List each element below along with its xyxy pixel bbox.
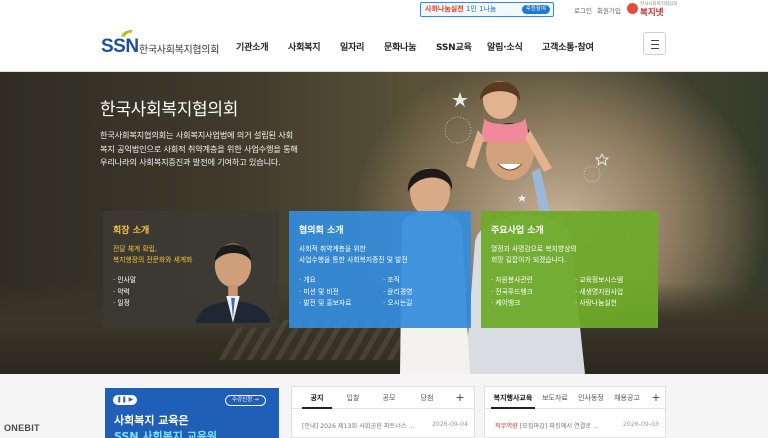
tab-press[interactable]: 보도자료 (539, 387, 571, 409)
notice-row-date: 2026-09-04 (432, 421, 468, 428)
notice-tabs: 공지 입찰 공모 당첨 + (292, 387, 474, 409)
council-desc-line: 사업수행을 통한 사회복지증진 및 발전 (299, 256, 408, 264)
tab-winner[interactable]: 당첨 (412, 387, 442, 409)
banner-controls[interactable]: ❚❚ ▶ (113, 395, 137, 405)
president-link-schedule[interactable]: 일정 (113, 298, 136, 310)
nav-item-jobs[interactable]: 일자리 (340, 40, 364, 53)
hamburger-icon-bar (651, 48, 659, 49)
tab-recruit[interactable]: 채용공고 (611, 387, 643, 409)
promo-highlight: 사회나눔실천 (425, 5, 464, 13)
notice-more-button[interactable]: + (450, 387, 470, 409)
business-link-carebank[interactable]: 케어뱅크 (491, 298, 575, 310)
hero-description: 한국사회복지협의회는 사회복지사업법에 의거 설립된 사회 복지 공익법인으로 … (100, 129, 330, 170)
hero-title: 한국사회복지협의회 (100, 100, 239, 120)
tab-personnel[interactable]: 인사동정 (575, 387, 607, 409)
tab-contest[interactable]: 공모 (374, 387, 404, 409)
council-links: 개요조직 미션 및 비전윤리경영 발전 및 홍보자료오시는길 (299, 275, 459, 310)
hero-desc-line: 한국사회복지협의회는 사회복지사업법에 의거 설립된 사회 (100, 130, 293, 140)
page: 사회나눔실천 1인 1나눔 후원참여 로그인 회원가입 한국사회복지협의회 복지… (0, 0, 768, 438)
bokjinet-logo-icon (627, 3, 638, 14)
council-link-directions[interactable]: 오시는길 (383, 298, 455, 310)
top-utility-bar: 사회나눔실천 1인 1나눔 후원참여 로그인 회원가입 한국사회복지협의회 복지… (0, 0, 768, 18)
nav-item-education[interactable]: SSN교육 (436, 40, 472, 53)
site-header: SSN 한국사회복지협의회 기관소개 사회복지 일자리 문화나눔 SSN교육 알… (0, 18, 768, 72)
business-card: 주요사업 소개 열정과 사명감으로 복지향상의 희망 길잡이가 되겠습니다. 자… (481, 211, 658, 328)
events-more-button[interactable]: + (647, 387, 665, 409)
events-tabs: 복지행사교육 보도자료 인사동정 채용공고 + (485, 387, 665, 409)
events-board: 복지행사교육 보도자료 인사동정 채용공고 + 직무역량 [모집마감] 파킹에서… (484, 386, 666, 438)
business-desc-line: 희망 길잡이가 되겠습니다. (491, 256, 567, 264)
notice-row[interactable]: [안내] 2026 제13회 사회공헌 파트너스 ... 2026-09-04 (302, 421, 468, 430)
hero-desc-line: 복지 공익법인으로 사회적 취약계층을 위한 사업수행을 통해 (100, 143, 298, 154)
business-link-new-life[interactable]: 새생명지원사업 (575, 287, 647, 299)
president-link-greeting[interactable]: 인사말 (113, 275, 136, 287)
council-link-overview[interactable]: 개요 (299, 275, 383, 287)
business-card-desc: 열정과 사명감으로 복지향상의 희망 길잡이가 되겠습니다. (491, 244, 648, 266)
hamburger-icon (651, 40, 659, 41)
nav-item-community[interactable]: 고객소통·참여 (542, 40, 594, 53)
president-links: 인사말 약력 일정 (113, 275, 136, 310)
tab-bid[interactable]: 입찰 (338, 387, 368, 409)
council-link-organization[interactable]: 조직 (383, 275, 455, 287)
events-row-title: [모집마감] 파킹에서 연결로 ... (519, 423, 599, 430)
bokjinet-link[interactable]: 한국사회복지협의회 복지넷 (627, 1, 677, 18)
hero-section: 한국사회복지협의회 한국사회복지협의회는 사회복지사업법에 의거 설립된 사회 … (0, 72, 768, 374)
events-row[interactable]: 직무역량 [모집마감] 파킹에서 연결로 ... 2026-09-03 (495, 421, 659, 430)
signup-link[interactable]: 회원가입 (597, 5, 621, 15)
login-link[interactable]: 로그인 (574, 5, 592, 15)
promo-text: 1인 1나눔 (465, 5, 497, 13)
business-link-volunteer[interactable]: 자원봉사관련 (491, 275, 575, 287)
business-link-edu-system[interactable]: 교육정보시스템 (575, 275, 647, 287)
promo-button[interactable]: 후원참여 (521, 5, 550, 14)
president-link-profile[interactable]: 약력 (113, 287, 136, 299)
council-card: 협의회 소개 사회적 취약계층을 위한 사업수행을 통한 사회복지증진 및 발전… (289, 211, 471, 328)
business-card-title: 주요사업 소개 (491, 226, 544, 236)
president-portrait (195, 243, 271, 323)
council-link-pr[interactable]: 발전 및 홍보자료 (299, 298, 383, 310)
council-link-ethics[interactable]: 윤리경영 (383, 287, 455, 299)
council-link-mission[interactable]: 미션 및 비전 (299, 287, 383, 299)
logo-text: 한국사회복지협의회 (139, 45, 220, 56)
business-link-foodbank[interactable]: 전국푸드뱅크 (491, 287, 575, 299)
council-card-desc: 사회적 취약계층을 위한 사업수행을 통한 사회복지증진 및 발전 (299, 244, 461, 266)
education-banner[interactable]: ❚❚ ▶ 수강신청 → 사회복지 교육은 SSN 사회복지 교육원 (105, 388, 279, 438)
notice-row-title: [안내] 2026 제13회 사회공헌 파트너스 ... (302, 423, 415, 430)
events-row-tag: 직무역량 (495, 423, 518, 430)
hamburger-menu-button[interactable] (643, 32, 666, 55)
hamburger-icon-bar (651, 44, 659, 45)
promo-banner[interactable]: 사회나눔실천 1인 1나눔 후원참여 (420, 2, 554, 17)
council-desc-line: 사회적 취약계층을 위한 (299, 245, 366, 253)
nav-item-news[interactable]: 알림·소식 (487, 40, 523, 53)
logo-mark: SSN (101, 36, 139, 57)
banner-subline: SSN 사회복지 교육원 (114, 430, 218, 438)
business-links: 자원봉사관련교육정보시스템 전국푸드뱅크새생명지원사업 케어뱅크사랑나눔실천 (491, 275, 651, 310)
events-row-date: 2026-09-03 (623, 421, 659, 428)
council-card-title: 협의회 소개 (299, 226, 344, 236)
business-link-sharing[interactable]: 사랑나눔실천 (575, 298, 647, 310)
tab-welfare-events[interactable]: 복지행사교육 (491, 387, 535, 409)
bokjinet-name: 복지넷 (640, 8, 664, 18)
hero-desc-line: 우리나라의 사회복지증진과 발전에 기여하고 있습니다. (100, 157, 281, 167)
watermark: ONEBIT (4, 423, 40, 433)
banner-headline: 사회복지 교육은 (114, 414, 189, 427)
logo-leaf-icon (121, 30, 133, 38)
nav-item-welfare[interactable]: 사회복지 (288, 40, 321, 53)
tab-notice[interactable]: 공지 (302, 387, 332, 409)
nav-item-culture[interactable]: 문화나눔 (384, 40, 417, 53)
apply-course-button[interactable]: 수강신청 → (225, 395, 266, 406)
business-desc-line: 열정과 사명감으로 복지향상의 (491, 245, 577, 253)
nav-item-about[interactable]: 기관소개 (236, 40, 269, 53)
bottom-section: ❚❚ ▶ 수강신청 → 사회복지 교육은 SSN 사회복지 교육원 공지 입찰 … (0, 374, 768, 438)
notice-board: 공지 입찰 공모 당첨 + [안내] 2026 제13회 사회공헌 파트너스 .… (291, 386, 475, 438)
